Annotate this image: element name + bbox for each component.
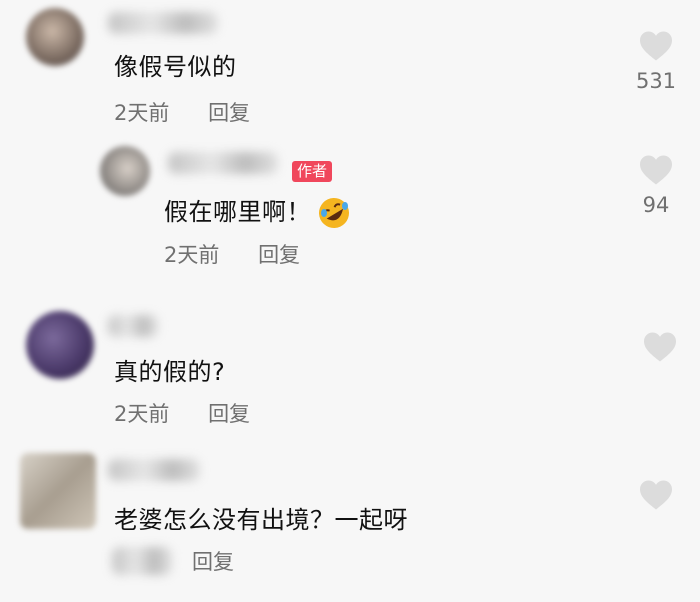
comment-meta: 2天前 回复 [114, 100, 250, 126]
comment-date [112, 547, 172, 575]
comment-item: 老婆怎么没有出境？一起呀 回复 [0, 445, 700, 602]
heart-icon [640, 480, 672, 510]
comment-meta: 回复 [192, 549, 234, 575]
like-count: 94 [642, 193, 670, 217]
like-button[interactable]: 94 [626, 154, 686, 218]
comment-item: 像假号似的 2天前 回复 531 [0, 0, 700, 140]
rolling-on-floor-laughing-emoji [317, 196, 351, 230]
comment-text: 真的假的? [114, 358, 226, 386]
username[interactable] [108, 459, 200, 481]
avatar[interactable] [100, 146, 150, 196]
avatar[interactable] [26, 8, 84, 66]
comment-text: 假在哪里啊！ [164, 196, 351, 230]
author-badge: 作者 [292, 161, 333, 182]
comment-meta: 2天前 回复 [114, 401, 250, 427]
like-count: 531 [635, 69, 677, 93]
reply-item: 作者 假在哪里啊！ 2天前 回复 94 [0, 140, 700, 290]
heart-icon [644, 332, 676, 362]
heart-icon [640, 155, 672, 185]
username[interactable] [168, 152, 278, 174]
reply-button[interactable]: 回复 [192, 550, 234, 574]
comment-text: 像假号似的 [114, 53, 237, 81]
reply-button[interactable]: 回复 [208, 402, 250, 426]
comment-date: 2天前 [164, 243, 220, 267]
comment-date: 2天前 [114, 101, 170, 125]
like-button[interactable] [630, 331, 690, 363]
like-button[interactable] [626, 479, 686, 511]
heart-icon [640, 31, 672, 61]
comment-text: 老婆怎么没有出境？一起呀 [114, 506, 408, 534]
username[interactable] [108, 315, 158, 337]
avatar[interactable] [26, 311, 94, 379]
username[interactable] [108, 12, 218, 34]
comment-text-content: 假在哪里啊！ [164, 198, 311, 226]
comment-meta: 2天前 回复 [164, 242, 300, 268]
reply-button[interactable]: 回复 [208, 101, 250, 125]
reply-button[interactable]: 回复 [258, 243, 300, 267]
avatar[interactable] [20, 453, 96, 529]
comment-date: 2天前 [114, 402, 170, 426]
like-button[interactable]: 531 [626, 30, 686, 94]
comment-item: 真的假的? 2天前 回复 [0, 295, 700, 445]
